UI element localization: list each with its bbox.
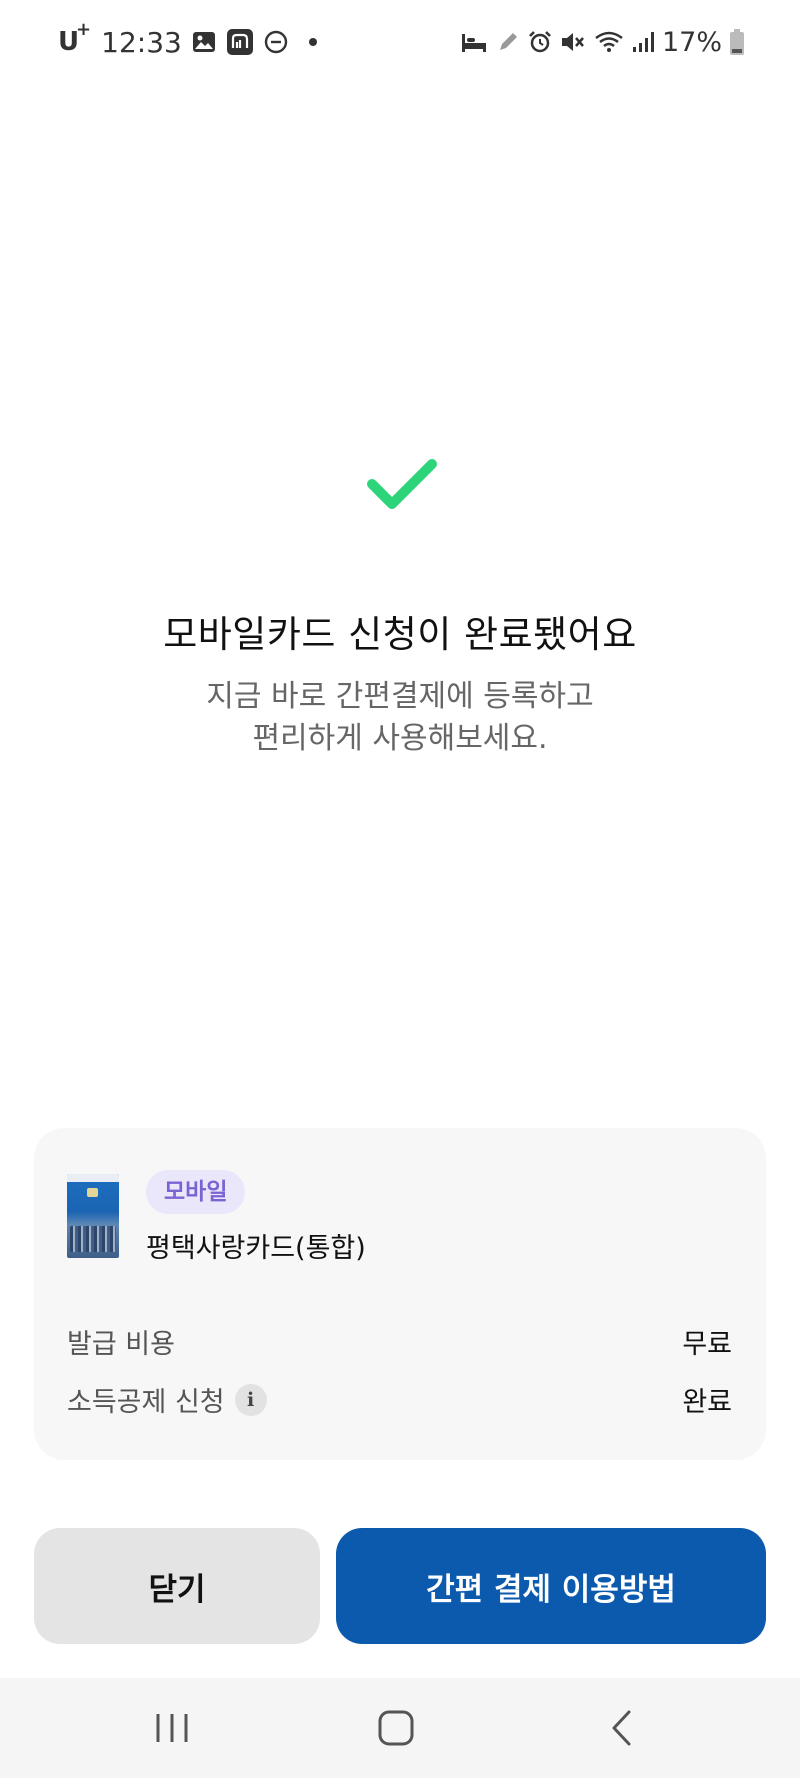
pen-icon (496, 30, 520, 54)
home-icon[interactable] (366, 1704, 426, 1752)
mobile-badge: 모바일 (146, 1170, 246, 1214)
carrier-plus: + (76, 19, 92, 40)
issue-fee-label: 발급 비용 (67, 1329, 175, 1360)
back-icon[interactable] (592, 1704, 652, 1752)
recent-apps-icon[interactable] (142, 1704, 202, 1752)
notification-dot-icon (308, 37, 318, 47)
status-left: U + 12:33 (58, 19, 318, 62)
close-button[interactable]: 닫기 (34, 1528, 320, 1644)
subtitle-line-1: 지금 바로 간편결제에 등록하고 (206, 679, 594, 714)
app-badge-icon (226, 28, 254, 56)
status-bar: U + 12:33 17% (0, 0, 800, 84)
subtitle-line-2: 편리하게 사용해보세요. (252, 721, 548, 756)
issue-fee-value: 무료 (682, 1329, 732, 1360)
battery-percent: 17% (661, 26, 722, 58)
carrier-label: U + (58, 19, 92, 57)
clock: 12:33 (101, 25, 182, 59)
wifi-icon (594, 30, 624, 54)
page-subtitle: 지금 바로 간편결제에 등록하고 편리하게 사용해보세요. (0, 676, 800, 760)
info-icon[interactable]: i (234, 1383, 267, 1416)
card-name: 평택사랑카드(통합) (146, 1233, 366, 1264)
navigation-bar (0, 1678, 800, 1778)
tax-deduction-value: 완료 (682, 1387, 732, 1418)
battery-icon (730, 29, 744, 55)
alarm-icon (528, 30, 552, 54)
card-info-panel: 모바일 평택사랑카드(통합) 발급 비용 무료 소득공제 신청 i 완료 (34, 1128, 766, 1460)
card-thumbnail (67, 1174, 119, 1258)
sleep-mode-icon (460, 30, 488, 54)
dnd-icon (264, 30, 288, 54)
payment-guide-button[interactable]: 간편 결제 이용방법 (336, 1528, 766, 1644)
status-right: 17% (460, 22, 744, 62)
checkmark-icon (364, 456, 440, 516)
mute-icon (560, 30, 586, 54)
gallery-icon (192, 30, 216, 54)
page-title: 모바일카드 신청이 완료됐어요 (163, 613, 637, 656)
tax-deduction-label: 소득공제 신청 i (67, 1380, 267, 1419)
signal-icon (632, 31, 654, 53)
